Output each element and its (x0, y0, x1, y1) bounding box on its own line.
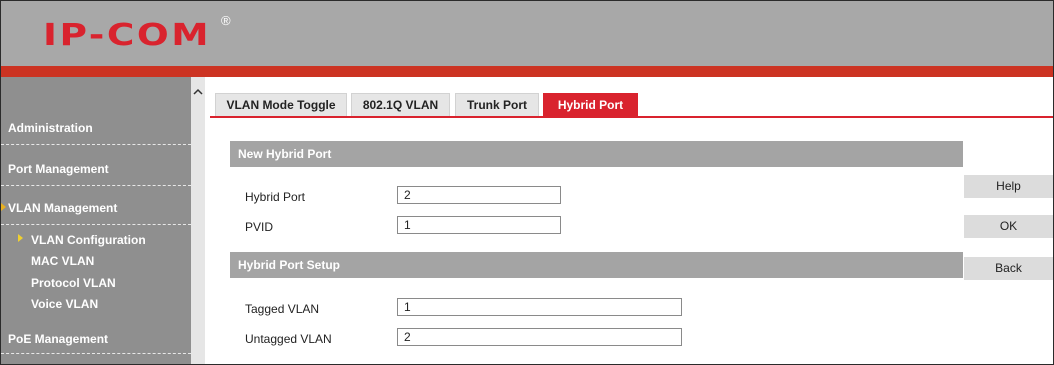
sidebar-subitem-voice-vlan[interactable]: Voice VLAN (1, 295, 191, 313)
sidebar-subitem-mac-vlan[interactable]: MAC VLAN (1, 252, 191, 270)
sidebar-item-vlan-management[interactable]: VLAN Management (1, 196, 191, 225)
accent-bar (1, 66, 1053, 77)
sidebar-subitem-vlan-configuration[interactable]: VLAN Configuration (1, 231, 191, 249)
expanded-arrow-icon (1, 203, 6, 211)
sidebar-item-poe-management[interactable]: PoE Management (1, 323, 191, 354)
sidebar-item-label: Protocol VLAN (31, 276, 116, 290)
sidebar-item-label: PoE Management (8, 332, 109, 346)
sidebar-item-label: Administration (8, 121, 93, 135)
ok-button[interactable]: OK (964, 215, 1053, 238)
tab-hybrid-port[interactable]: Hybrid Port (543, 93, 638, 116)
chevron-up-icon[interactable] (193, 87, 203, 97)
tab-802-1q-vlan[interactable]: 802.1Q VLAN (351, 93, 450, 116)
tab-underline (210, 116, 1053, 118)
untagged-vlan-label: Untagged VLAN (245, 332, 332, 346)
pvid-label: PVID (245, 220, 274, 234)
header: IP-COM ® (1, 1, 1053, 66)
sidebar-item-label: Voice VLAN (31, 297, 99, 311)
section-hybrid-port-setup: Hybrid Port Setup (230, 252, 963, 278)
sidebar-item-label: VLAN Management (8, 201, 118, 215)
tab-vlan-mode-toggle[interactable]: VLAN Mode Toggle (215, 93, 347, 116)
back-button[interactable]: Back (964, 257, 1053, 280)
untagged-vlan-input[interactable] (397, 328, 682, 346)
tagged-vlan-label: Tagged VLAN (245, 302, 320, 316)
sidebar-nav: Administration Port Management VLAN Mana… (1, 77, 191, 364)
tab-trunk-port[interactable]: Trunk Port (455, 93, 539, 116)
hybrid-port-input[interactable] (397, 186, 561, 204)
selected-arrow-icon (18, 234, 23, 242)
app-frame: IP-COM ® Administration Port Management … (0, 0, 1054, 365)
hybrid-port-label: Hybrid Port (245, 190, 306, 204)
registered-mark: ® (221, 13, 231, 28)
sidebar-scrollbar[interactable] (191, 77, 205, 364)
help-button[interactable]: Help (964, 175, 1053, 198)
pvid-input[interactable] (397, 216, 561, 234)
main-content: VLAN Mode Toggle 802.1Q VLAN Trunk Port … (205, 77, 1053, 364)
brand-logo: IP-COM (43, 18, 212, 53)
sidebar-item-label: Port Management (8, 162, 109, 176)
section-new-hybrid-port: New Hybrid Port (230, 141, 963, 167)
sidebar-item-port-management[interactable]: Port Management (1, 155, 191, 186)
tagged-vlan-input[interactable] (397, 298, 682, 316)
sidebar-item-label: VLAN Configuration (31, 233, 146, 247)
sidebar-item-label: MAC VLAN (31, 254, 95, 268)
sidebar-item-administration[interactable]: Administration (1, 114, 191, 145)
sidebar-subitem-protocol-vlan[interactable]: Protocol VLAN (1, 274, 191, 292)
